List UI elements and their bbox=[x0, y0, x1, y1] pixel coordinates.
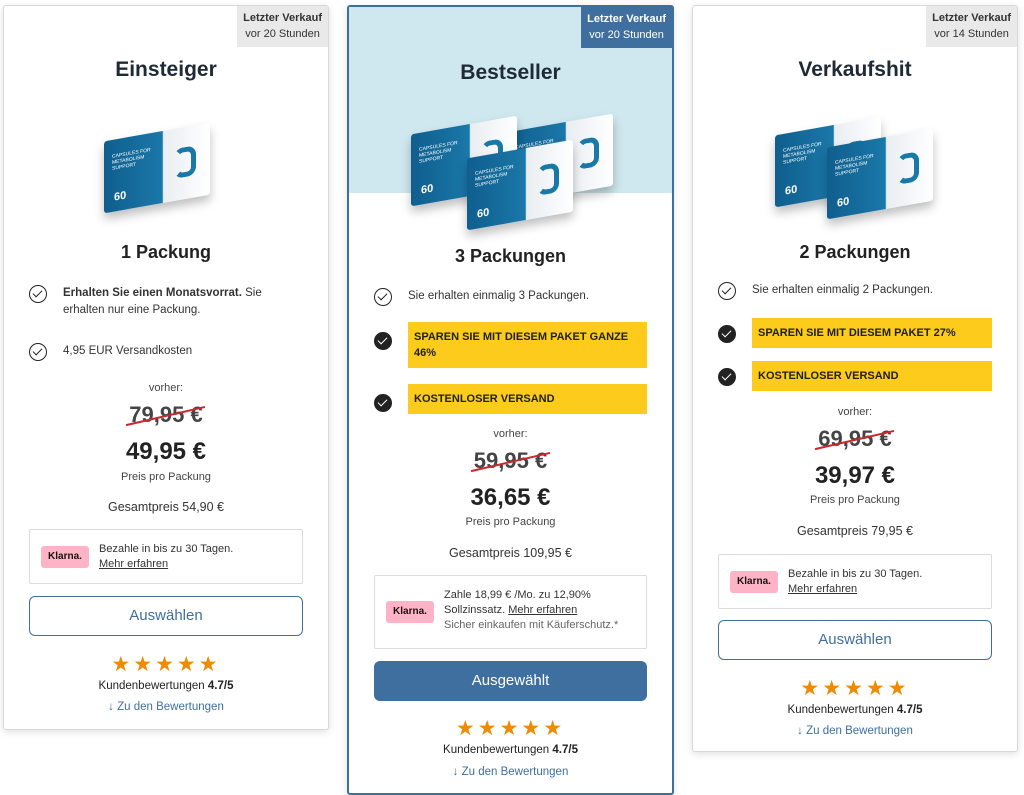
offer-card-bestseller[interactable]: Letzter Verkauf vor 20 Stunden Bestseller… bbox=[347, 5, 674, 795]
check-circle-icon bbox=[29, 285, 47, 303]
old-price: 69,95 € bbox=[818, 426, 892, 451]
card-title: Verkaufshit bbox=[798, 58, 912, 81]
last-sale-badge: Letzter Verkauf vor 14 Stunden bbox=[926, 6, 1017, 47]
new-price: 49,95 € bbox=[125, 438, 207, 465]
feature-item: Erhalten Sie einen Monatsvorrat. Sie erh… bbox=[29, 285, 303, 319]
pack-title: 1 Packung bbox=[120, 242, 212, 262]
select-button[interactable]: Auswählen bbox=[718, 620, 992, 660]
feature-item-highlight: SPAREN SIE MIT DIESEM PAKET 27% bbox=[718, 318, 992, 348]
klarna-logo: Klarna. bbox=[41, 545, 89, 568]
check-circle-icon bbox=[374, 394, 392, 412]
feature-item: 4,95 EUR Versandkosten bbox=[29, 343, 303, 361]
feature-item-highlight: KOSTENLOSER VERSAND bbox=[374, 384, 647, 414]
before-label: vorher: bbox=[837, 406, 873, 418]
pack-title: 3 Packungen bbox=[454, 246, 567, 266]
pack-title: 2 Packungen bbox=[799, 242, 911, 262]
klarna-box: Klarna. Bezahle in bis zu 30 Tagen. Mehr… bbox=[718, 554, 992, 609]
klarna-text: Bezahle in bis zu 30 Tagen. bbox=[99, 543, 234, 555]
reviews-summary: Kundenbewertungen 4.7/5 bbox=[98, 680, 234, 692]
reviews-link[interactable]: ↓ Zu den Bewertungen bbox=[4, 701, 328, 713]
check-circle-icon bbox=[374, 332, 392, 350]
klarna-box: Klarna. Zahle 18,99 € /Mo. zu 12,90% Sol… bbox=[374, 575, 647, 649]
card-title: Bestseller bbox=[460, 61, 561, 84]
klarna-logo: Klarna. bbox=[386, 601, 434, 623]
feature-item: Sie erhalten einmalig 2 Packungen. bbox=[718, 282, 992, 300]
reviews-link[interactable]: ↓ Zu den Bewertungen bbox=[693, 725, 1017, 737]
select-button[interactable]: Auswählen bbox=[29, 596, 303, 636]
old-price: 79,95 € bbox=[129, 402, 203, 427]
klarna-text: Bezahle in bis zu 30 Tagen. bbox=[788, 568, 923, 580]
new-price: 39,97 € bbox=[814, 462, 896, 489]
last-sale-badge: Letzter Verkauf vor 20 Stunden bbox=[237, 6, 328, 47]
total-price: Gesamtpreis 54,90 € bbox=[107, 500, 225, 514]
check-circle-icon bbox=[718, 368, 736, 386]
new-price: 36,65 € bbox=[470, 484, 551, 511]
klarna-more-link[interactable]: Mehr erfahren bbox=[99, 558, 168, 570]
klarna-logo: Klarna. bbox=[730, 570, 778, 593]
klarna-more-link[interactable]: Mehr erfahren bbox=[788, 583, 857, 595]
per-pack-label: Preis pro Packung bbox=[121, 471, 211, 483]
before-label: vorher: bbox=[148, 382, 184, 394]
check-circle-icon bbox=[718, 282, 736, 300]
offer-card-einsteiger[interactable]: Letzter Verkauf vor 20 Stunden Einsteiger… bbox=[3, 5, 329, 730]
offer-card-verkaufshit[interactable]: Letzter Verkauf vor 14 Stunden Verkaufshi… bbox=[692, 5, 1018, 752]
total-price: Gesamtpreis 109,95 € bbox=[449, 546, 572, 560]
card-title: Einsteiger bbox=[115, 58, 217, 81]
star-rating-icons: ★★★★★ bbox=[800, 677, 910, 700]
star-rating-icons: ★★★★★ bbox=[455, 717, 566, 740]
check-circle-icon bbox=[29, 343, 47, 361]
klarna-box: Klarna. Bezahle in bis zu 30 Tagen. Mehr… bbox=[29, 529, 303, 584]
feature-item-highlight: SPAREN SIE MIT DIESEM PAKET GANZE 46% bbox=[374, 322, 647, 368]
klarna-more-link[interactable]: Mehr erfahren bbox=[508, 604, 577, 616]
before-label: vorher: bbox=[493, 428, 528, 440]
star-rating-icons: ★★★★★ bbox=[111, 653, 221, 676]
reviews-link[interactable]: ↓ Zu den Bewertungen bbox=[349, 766, 672, 778]
reviews-summary: Kundenbewertungen 4.7/5 bbox=[443, 744, 578, 756]
feature-item-highlight: KOSTENLOSER VERSAND bbox=[718, 361, 992, 391]
reviews-summary: Kundenbewertungen 4.7/5 bbox=[787, 704, 923, 716]
feature-item: Sie erhalten einmalig 3 Packungen. bbox=[374, 288, 647, 306]
per-pack-label: Preis pro Packung bbox=[465, 516, 556, 528]
per-pack-label: Preis pro Packung bbox=[810, 494, 900, 506]
total-price: Gesamtpreis 79,95 € bbox=[796, 524, 914, 538]
selected-button[interactable]: Ausgewählt bbox=[374, 661, 647, 701]
last-sale-badge: Letzter Verkauf vor 20 Stunden bbox=[581, 7, 672, 48]
old-price: 59,95 € bbox=[473, 448, 548, 473]
check-circle-icon bbox=[718, 325, 736, 343]
check-circle-icon bbox=[374, 288, 392, 306]
klarna-protection-text: Sicher einkaufen mit Käuferschutz.* bbox=[444, 619, 619, 631]
